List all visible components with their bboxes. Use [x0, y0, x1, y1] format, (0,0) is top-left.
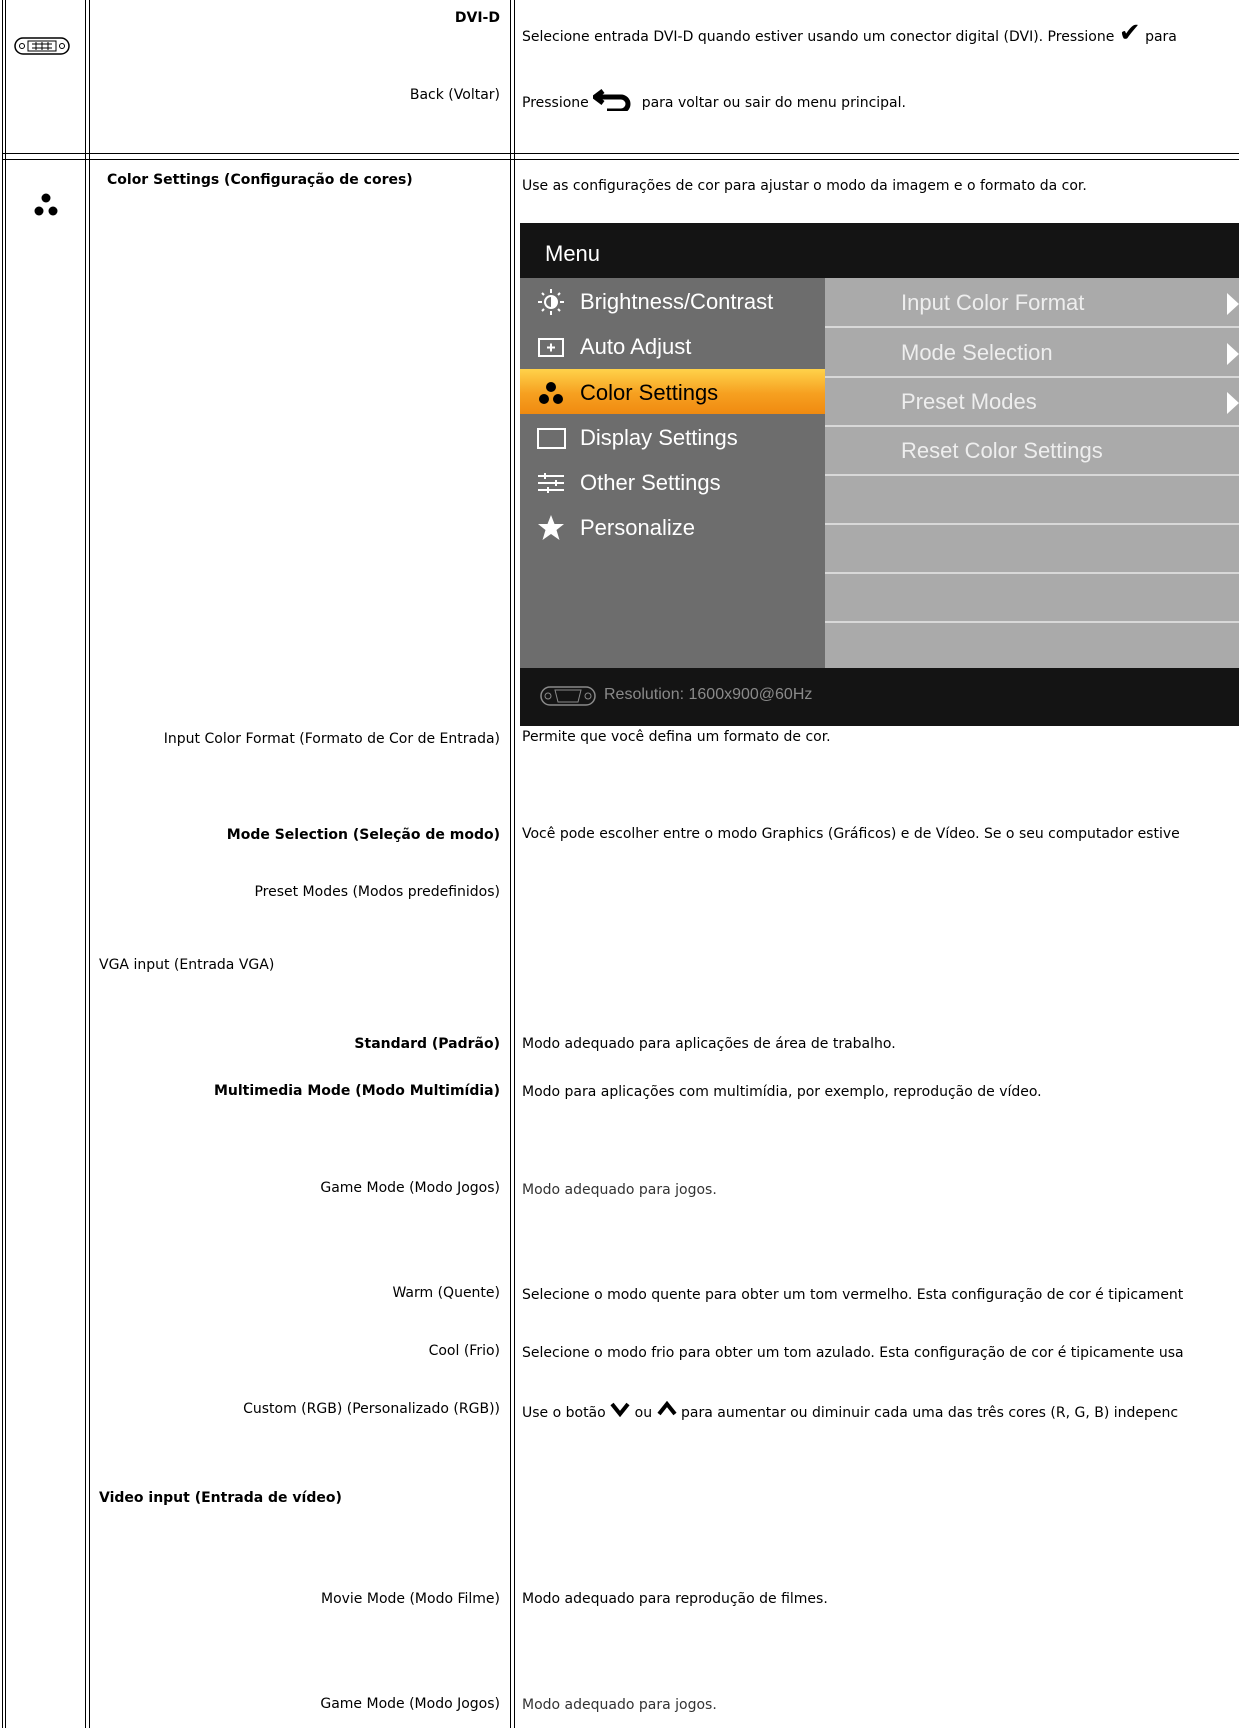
row-standard-label: Standard (Padrão) [354, 1036, 500, 1052]
row-movie-mode-label: Movie Mode (Modo Filme) [320, 1591, 500, 1607]
dvi-connector-icon [14, 36, 70, 56]
table-border-left-inner [5, 0, 6, 1728]
row-video-input-label: Video input (Entrada de vídeo) [99, 1490, 342, 1506]
row-multimedia-label: Multimedia Mode (Modo Multimídia) [213, 1083, 500, 1099]
osd-item-personalize: Personalize [520, 504, 825, 552]
color-settings-intro: Use as configurações de cor para ajustar… [522, 178, 1087, 194]
osd-footer: Resolution: 1600x900@60Hz [520, 668, 1239, 726]
row-warm-desc: Selecione o modo quente para obter um to… [522, 1287, 1184, 1303]
osd-menu-screenshot: Menu Brightness/Contrast Auto Adjust Col… [520, 223, 1239, 726]
row-warm-label: Warm (Quente) [392, 1285, 500, 1301]
row-game-mode-label: Game Mode (Modo Jogos) [320, 1180, 500, 1196]
auto-adjust-icon [534, 333, 568, 361]
row-divider [2, 153, 1239, 154]
chevron-up-icon [656, 1401, 677, 1417]
back-description: Pressione para voltar ou sair do menu pr… [522, 87, 1236, 111]
col-divider-1 [85, 0, 86, 1728]
row-cool-label: Cool (Frio) [428, 1343, 500, 1359]
row-custom-rgb-label: Custom (RGB) (Personalizado (RGB)) [243, 1401, 500, 1417]
star-icon [534, 514, 568, 542]
row-movie-mode-desc: Modo adequado para reprodução de filmes. [522, 1591, 828, 1607]
table-border-left [2, 0, 3, 1728]
arrow-right-icon [1227, 293, 1239, 315]
color-settings-icon [32, 192, 60, 218]
checkmark-icon: ✔ [1118, 18, 1141, 48]
row-preset-modes-label: Preset Modes (Modos predefinidos) [254, 884, 500, 900]
osd-left-panel: Brightness/Contrast Auto Adjust Color Se… [520, 278, 825, 668]
osd-item-brightness-contrast: Brightness/Contrast [520, 278, 825, 326]
row-cool-desc: Selecione o modo frio para obter um tom … [522, 1345, 1184, 1361]
vga-connector-icon [540, 683, 596, 709]
osd-item-display-settings: Display Settings [520, 414, 825, 462]
back-label: Back (Voltar) [409, 87, 500, 103]
chevron-down-icon [610, 1401, 630, 1418]
row-mode-selection-label: Mode Selection (Seleção de modo) [226, 827, 500, 843]
col-divider-1b [89, 0, 90, 1728]
osd-item-other-settings: Other Settings [520, 459, 825, 507]
osd-sub-empty-2 [825, 524, 1239, 574]
back-arrow-icon [591, 87, 637, 111]
row-vga-input-label: VGA input (Entrada VGA) [99, 957, 275, 973]
osd-sub-mode-selection: Mode Selection [825, 328, 1239, 378]
osd-resolution: Resolution: 1600x900@60Hz [604, 686, 813, 703]
row-input-color-format-label: Input Color Format (Formato de Cor de En… [163, 731, 500, 747]
osd-sub-preset-modes: Preset Modes [825, 377, 1239, 427]
col-divider-2b [514, 0, 515, 1728]
row-game-mode-video-label: Game Mode (Modo Jogos) [320, 1696, 500, 1712]
row-custom-rgb-desc: Use o botão ou para aumentar ou diminuir… [522, 1401, 1236, 1421]
arrow-right-icon [1227, 392, 1239, 414]
row-divider-2 [2, 159, 1239, 160]
row-game-mode-video-desc: Modo adequado para jogos. [522, 1697, 717, 1713]
osd-sub-reset-color-settings: Reset Color Settings [825, 426, 1239, 476]
osd-item-color-settings: Color Settings [520, 369, 825, 414]
display-icon [534, 424, 568, 452]
col-divider-2 [510, 0, 511, 1728]
osd-sub-empty-1 [825, 475, 1239, 525]
row-game-mode-desc: Modo adequado para jogos. [522, 1182, 717, 1198]
row-standard-desc: Modo adequado para aplicações de área de… [522, 1036, 896, 1052]
sliders-icon [534, 469, 568, 497]
dvid-label: DVI-D [454, 10, 500, 26]
row-input-color-format-desc: Permite que você defina um formato de co… [522, 729, 831, 745]
color-dots-icon [534, 379, 568, 407]
row-mode-selection-desc: Você pode escolher entre o modo Graphics… [522, 826, 1180, 842]
brightness-icon [534, 288, 568, 316]
osd-sub-empty-3 [825, 573, 1239, 623]
dvid-description: Selecione entrada DVI-D quando estiver u… [522, 18, 1177, 48]
color-settings-header: Color Settings (Configuração de cores) [107, 172, 413, 188]
osd-item-auto-adjust: Auto Adjust [520, 323, 825, 371]
arrow-right-icon [1227, 343, 1239, 365]
osd-title: Menu [545, 241, 601, 266]
osd-sub-input-color-format: Input Color Format [825, 278, 1239, 328]
row-multimedia-desc: Modo para aplicações com multimídia, por… [522, 1084, 1042, 1100]
